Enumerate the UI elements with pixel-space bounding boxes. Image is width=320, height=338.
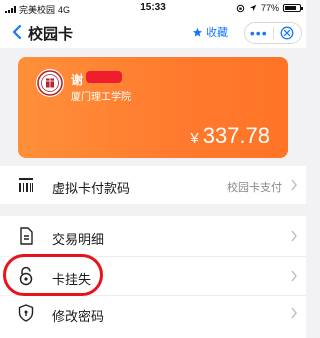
chevron-right-icon <box>291 270 297 282</box>
favorite-button[interactable]: 收藏 <box>192 24 228 40</box>
page-title: 校园卡 <box>28 26 74 43</box>
name-redaction-mark <box>86 71 122 83</box>
virtual-card-value: 校园卡支付 <box>227 182 282 194</box>
battery-percent: 77% <box>260 3 279 13</box>
status-bar: 完美校园 4G 15:33 77% <box>0 0 306 16</box>
virtual-card-row[interactable]: 虚拟卡付款码 校园卡支付 <box>0 166 306 204</box>
balance-amount: 337.78 <box>202 123 270 148</box>
barcode-icon <box>19 178 33 192</box>
card-balance: ¥ 337.78 <box>190 123 270 149</box>
card-holder-name: 谢 <box>71 73 84 87</box>
star-icon <box>192 27 203 37</box>
close-button[interactable] <box>274 26 302 40</box>
nav-bar: 校园卡 收藏 ••• <box>0 16 306 48</box>
highlight-annotation <box>3 254 103 296</box>
change-password-label: 修改密码 <box>52 309 105 324</box>
transactions-label: 交易明细 <box>52 232 105 247</box>
school-logo <box>36 69 64 97</box>
mini-app-capsule: ••• <box>244 22 302 44</box>
transactions-row[interactable]: 交易明细 <box>0 216 306 256</box>
chevron-right-icon <box>291 179 297 191</box>
location-icon <box>249 4 257 12</box>
card-school-name: 厦门理工学院 <box>71 92 131 103</box>
more-options-button[interactable]: ••• <box>245 26 273 40</box>
chevron-right-icon <box>291 230 297 242</box>
rotation-lock-icon <box>236 4 245 12</box>
chevron-right-icon <box>291 307 297 319</box>
change-password-row[interactable]: 修改密码 <box>0 296 306 338</box>
campus-card[interactable]: 谢 厦门理工学院 ¥ 337.78 <box>18 57 288 158</box>
favorite-label: 收藏 <box>206 27 228 39</box>
currency-symbol: ¥ <box>190 130 199 147</box>
shield-icon <box>18 304 34 322</box>
close-circle-icon <box>280 26 294 40</box>
back-arrow-icon[interactable] <box>10 24 24 40</box>
school-emblem-icon <box>37 70 63 96</box>
card-section: 谢 厦门理工学院 ¥ 337.78 <box>0 48 306 158</box>
virtual-card-label: 虚拟卡付款码 <box>52 181 131 196</box>
battery-icon <box>283 4 303 12</box>
document-icon <box>20 227 33 245</box>
